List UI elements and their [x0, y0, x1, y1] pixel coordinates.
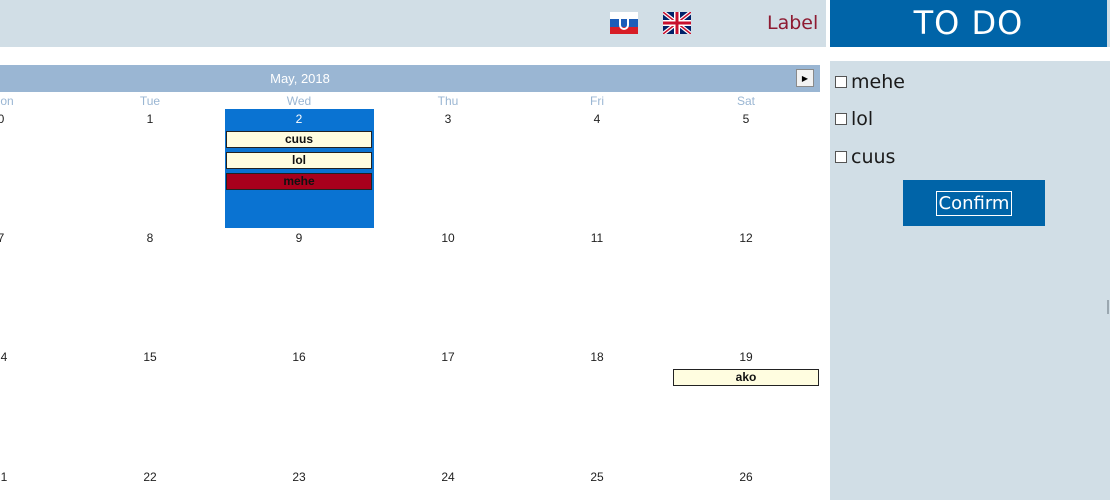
calendar-day[interactable]: 25 [567, 470, 627, 484]
calendar-day[interactable]: 11 [567, 231, 627, 245]
calendar-day[interactable]: 24 [418, 470, 478, 484]
calendar-day[interactable]: 5 [716, 112, 776, 126]
panel-resize-handle[interactable] [1107, 300, 1109, 314]
weekday-label: Sat [736, 94, 755, 108]
calendar-day[interactable]: 0 [0, 112, 31, 126]
todo-item[interactable]: cuus [835, 146, 895, 168]
calendar-day[interactable]: 15 [120, 350, 180, 364]
confirm-button-label: Confirm [935, 190, 1013, 216]
confirm-button[interactable]: Confirm [903, 180, 1045, 226]
todo-item[interactable]: mehe [835, 71, 905, 93]
calendar-day[interactable]: 23 [269, 470, 329, 484]
todo-panel: TO DO mehe lol cuus Confirm [830, 0, 1110, 500]
weekday-label: Wed [286, 94, 312, 108]
calendar-day[interactable]: 18 [567, 350, 627, 364]
calendar-header: May, 2018 ▶ [0, 65, 820, 92]
checkbox[interactable] [835, 76, 847, 88]
weekday-label: Tue [139, 94, 161, 108]
event-chip[interactable]: mehe [226, 173, 372, 190]
calendar-day[interactable]: 4 [567, 112, 627, 126]
top-label: Label [767, 12, 819, 34]
todo-item-label: lol [851, 108, 874, 130]
calendar-day[interactable]: 12 [716, 231, 776, 245]
calendar-month-title: May, 2018 [270, 71, 330, 86]
calendar-day[interactable]: 9 [269, 231, 329, 245]
checkbox[interactable] [835, 151, 847, 163]
checkbox[interactable] [835, 113, 847, 125]
russian-flag-icon[interactable] [610, 12, 638, 34]
calendar-day-selected[interactable]: 2 [269, 112, 329, 126]
calendar-day[interactable]: 7 [0, 231, 31, 245]
event-chip[interactable]: ako [673, 369, 819, 386]
weekday-label: Thu [437, 94, 459, 108]
calendar-day[interactable]: 4 [0, 350, 34, 364]
triangle-right-icon: ▶ [801, 74, 809, 83]
calendar-day[interactable]: 22 [120, 470, 180, 484]
weekday-label: Fri [590, 94, 604, 108]
calendar-day[interactable]: 16 [269, 350, 329, 364]
calendar-day[interactable]: 26 [716, 470, 776, 484]
calendar-day[interactable]: 8 [120, 231, 180, 245]
todo-item-label: mehe [851, 71, 905, 93]
todo-item[interactable]: lol [835, 108, 873, 130]
calendar-day[interactable]: 3 [418, 112, 478, 126]
next-month-button[interactable]: ▶ [796, 69, 814, 87]
todo-item-label: cuus [851, 146, 896, 168]
weekday-label: on [0, 94, 14, 108]
divider [830, 47, 1110, 61]
event-chip[interactable]: lol [226, 152, 372, 169]
calendar-day[interactable]: 19 [716, 350, 776, 364]
calendar-day[interactable]: 10 [418, 231, 478, 245]
calendar-day[interactable]: 1 [120, 112, 180, 126]
event-chip[interactable]: cuus [226, 131, 372, 148]
calendar-day[interactable]: 1 [0, 470, 34, 484]
top-bar: Label [0, 0, 826, 47]
todo-title: TO DO [830, 0, 1107, 47]
calendar-day[interactable]: 17 [418, 350, 478, 364]
uk-flag-icon[interactable] [663, 12, 691, 34]
